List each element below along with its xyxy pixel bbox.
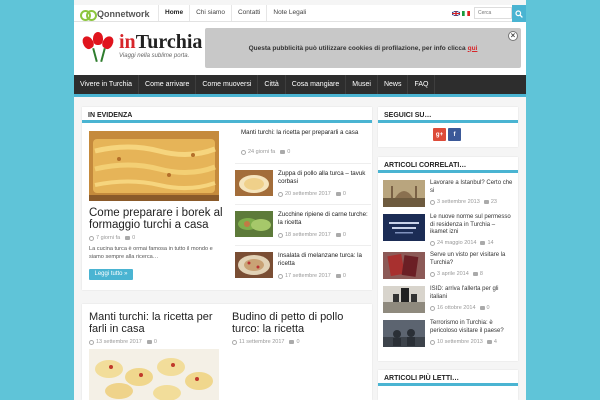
comment-icon [335,192,341,196]
post-title[interactable]: Manti turchi: la ricetta per farli in ca… [89,311,219,335]
clock-icon [89,235,94,241]
comment-icon [125,236,131,240]
widget-heading: Articoli correlati… [378,157,518,173]
clock-icon [430,240,435,246]
nav-musei[interactable]: Musei [346,75,378,94]
language-flags [452,11,470,16]
page-sheet: Qonnetwork Home Chi siamo Contatti Note … [74,0,526,400]
site-header: inTurchia Viaggi nella sublime porta. Qu… [74,22,526,75]
search-input[interactable] [474,7,512,19]
facebook-icon[interactable]: f [448,128,461,141]
italy-flag-icon[interactable] [462,11,470,16]
clock-icon [278,232,283,238]
cookie-info-link[interactable]: qui [468,45,478,52]
thumbnail-image[interactable] [383,320,425,347]
search-icon [515,9,523,18]
thumbnail-image[interactable] [235,170,273,196]
logo-title: inTurchia [119,31,203,53]
thumbnail-image[interactable] [235,211,273,237]
in-evidenza-section: In evidenza Come preparare i borek al fo… [82,107,372,290]
nav-come-muoversi[interactable]: Come muoversi [196,75,259,94]
thumbnail-image[interactable] [383,180,425,207]
clock-icon [232,339,237,345]
google-plus-icon[interactable]: g+ [433,128,446,141]
top-nav-note-legali[interactable]: Note Legali [266,5,312,21]
list-item[interactable]: ISID: arriva l'allerta per gli italiani … [383,286,513,316]
popular-widget: Articoli più letti… [378,370,518,400]
featured-image[interactable] [89,131,219,201]
list-item[interactable]: Serve un visto per visitare la Turchia? … [383,252,513,282]
section-heading: In evidenza [82,107,372,123]
site-logo[interactable]: inTurchia Viaggi nella sublime porta. [80,31,203,64]
comment-icon [483,200,489,204]
nav-news[interactable]: News [378,75,409,94]
clock-icon [430,199,435,205]
thumbnail-image[interactable] [383,252,425,279]
comment-icon [486,340,492,344]
featured-meta: 7 giorni fa 0 [89,235,135,241]
clock-icon [241,149,246,155]
posts-section: Manti turchi: la ricetta per farli in ca… [82,304,372,400]
clock-icon [278,273,283,279]
cookie-text: Questa pubblicità può utilizzare cookies… [248,44,466,52]
clock-icon [430,339,435,345]
thumbnail-image[interactable] [235,252,273,278]
clock-icon [430,271,435,277]
qonnetwork-brand[interactable]: Qonnetwork [80,8,150,21]
clock-icon [278,191,283,197]
list-item[interactable]: Zuppa di pollo alla turca – tavuk corbas… [235,170,371,198]
clock-icon [89,339,94,345]
read-more-button[interactable]: Leggi tutto » [89,269,133,280]
cookie-banner: Questa pubblicità può utilizzare cookies… [205,28,521,68]
featured-excerpt: La cucina turca è ormai famosa in tutto … [89,246,213,260]
nav-cosa-mangiare[interactable]: Cosa mangiare [286,75,347,94]
top-bar: Qonnetwork Home Chi siamo Contatti Note … [74,5,526,22]
brand-name: Qonnetwork [97,8,150,19]
post-meta: 13 settembre 2017 0 [89,339,157,345]
nav-faq[interactable]: FAQ [408,75,436,94]
list-item[interactable]: Zucchine ripiene di carne turche: la ric… [235,211,371,239]
search-button[interactable] [512,5,526,22]
post-image[interactable] [89,349,219,400]
comment-icon [146,340,152,344]
tulip-logo-icon [80,32,117,64]
comment-icon [472,272,478,276]
list-item[interactable]: Insalata di melanzane turca: la ricetta … [235,252,371,280]
nav-come-arrivare[interactable]: Come arrivare [139,75,197,94]
logo-tagline: Viaggi nella sublime porta. [119,53,190,59]
thumbnail-image[interactable] [383,286,425,313]
comment-icon [289,340,295,344]
list-item[interactable]: Manti turchi: la ricetta per prepararli … [235,129,371,155]
close-icon[interactable]: × [508,31,518,41]
comment-icon [335,274,341,278]
related-widget: Articoli correlati… Lavorare a Istanbul?… [378,157,518,361]
comment-icon [335,233,341,237]
nav-vivere-in-turchia[interactable]: Vivere in Turchia [74,75,140,94]
comment-icon [280,150,286,154]
top-nav-chi-siamo[interactable]: Chi siamo [189,5,231,21]
top-nav: Home Chi siamo Contatti Note Legali [158,5,312,21]
uk-flag-icon[interactable] [452,11,460,16]
main-nav: Vivere in Turchia Come arrivare Come muo… [74,75,526,97]
featured-title[interactable]: Come preparare i borek al formaggio turc… [89,207,224,231]
thumbnail-image[interactable] [383,214,425,241]
top-nav-home[interactable]: Home [158,5,189,21]
widget-heading: Articoli più letti… [378,370,518,386]
clock-icon [430,305,435,311]
top-nav-contatti[interactable]: Contatti [230,5,266,21]
nav-citta[interactable]: Città [258,75,286,94]
post-meta: 11 settembre 2017 0 [232,339,300,345]
list-item[interactable]: Terrorismo in Turchia: è pericoloso visi… [383,320,513,352]
list-item[interactable]: Le nuove norme sul permesso di residenza… [383,214,513,246]
follow-widget: Seguici su… g+ f [378,107,518,147]
list-item[interactable]: Lavorare a Istanbul? Certo che si 3 sett… [383,180,513,210]
comment-icon [479,306,485,310]
qonnetwork-logo-icon [80,9,97,21]
post-title[interactable]: Budino di petto di pollo turco: la ricet… [232,311,362,335]
widget-heading: Seguici su… [378,107,518,123]
comment-icon [480,241,486,245]
